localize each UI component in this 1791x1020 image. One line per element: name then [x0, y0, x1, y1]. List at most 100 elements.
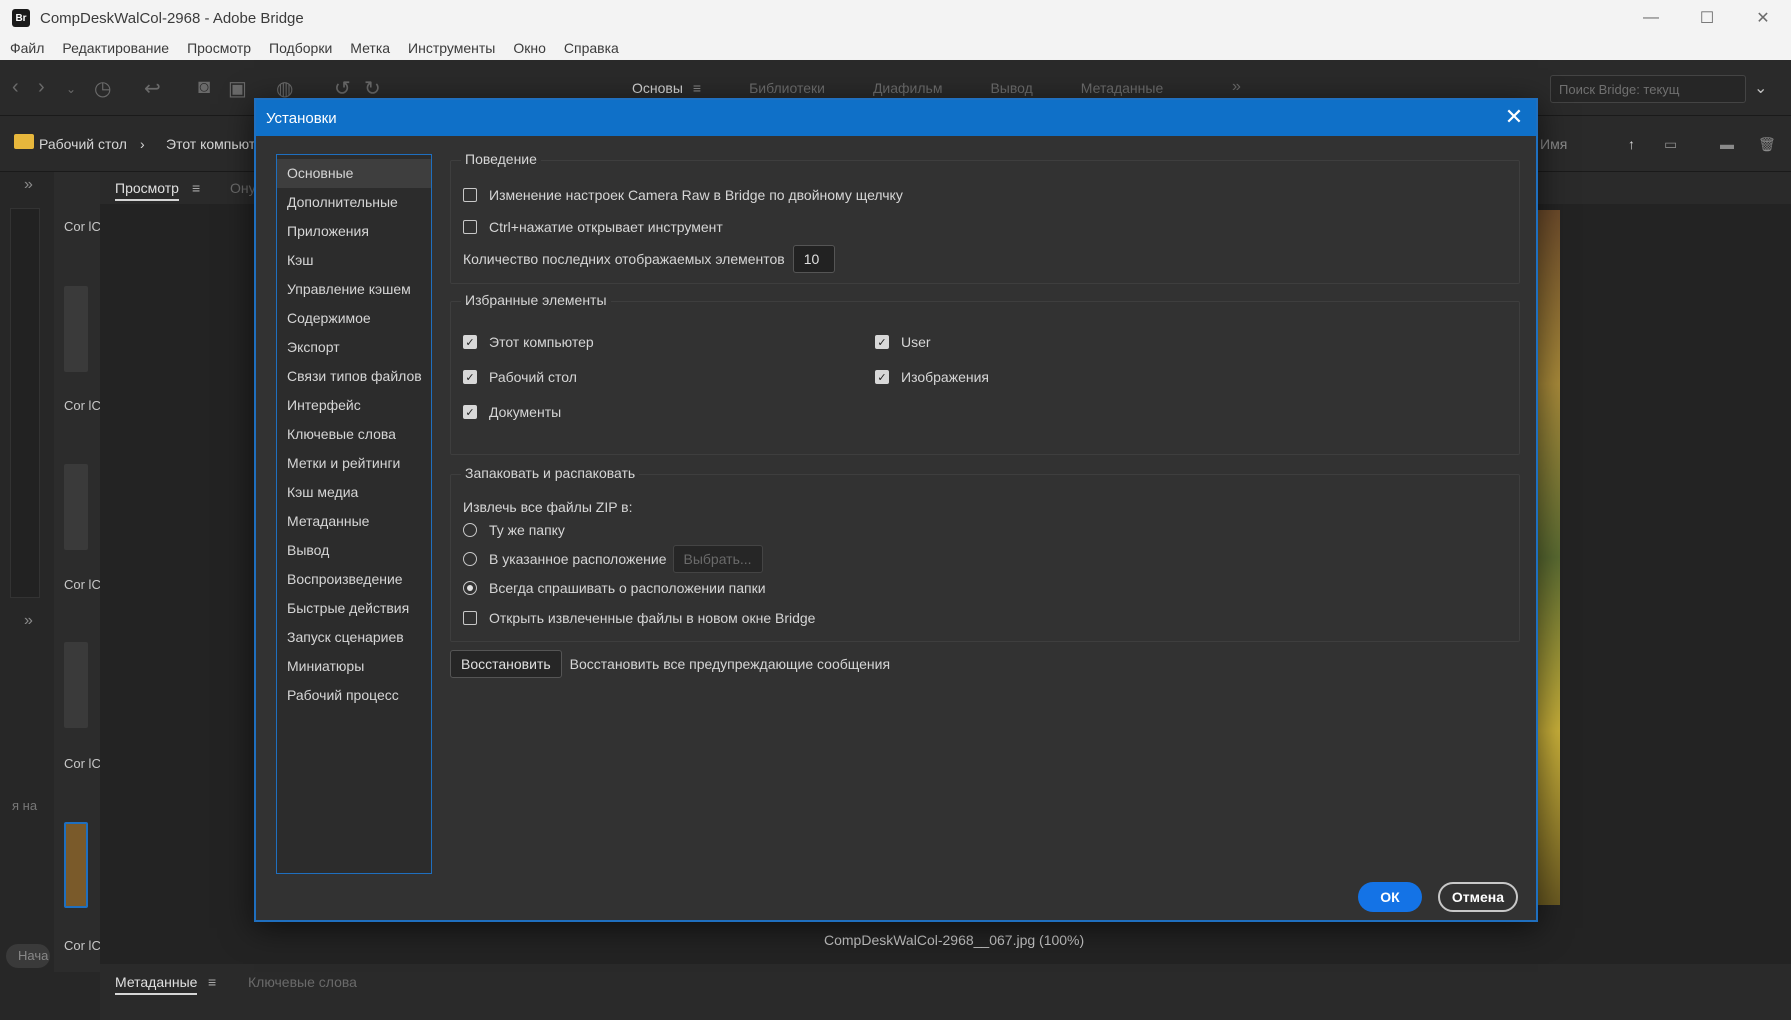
chevron-down-icon[interactable]: ⌄ — [66, 82, 76, 96]
menu-tools[interactable]: Инструменты — [408, 40, 495, 56]
tab-publish[interactable]: Ону — [230, 180, 256, 196]
menu-label[interactable]: Метка — [350, 40, 390, 56]
breadcrumb-computer[interactable]: Этот компьют — [166, 136, 255, 152]
close-window-icon[interactable]: ✕ — [1735, 0, 1791, 36]
tab-filmstrip[interactable]: Диафильм — [849, 80, 967, 96]
sort-up-icon[interactable]: ↑ — [1628, 136, 1635, 152]
tab-output[interactable]: Вывод — [966, 80, 1056, 96]
ctrl-click-label: Ctrl+нажатие открывает инструмент — [489, 219, 723, 235]
check-icon[interactable]: ✓ — [875, 335, 889, 349]
nav-item-workflow[interactable]: Рабочий процесс — [277, 681, 431, 710]
bridge-app-icon: Br — [12, 9, 30, 27]
ctrl-click-option[interactable]: Ctrl+нажатие открывает инструмент — [463, 219, 723, 235]
trash-icon[interactable]: 🗑 — [1758, 136, 1776, 153]
camera-raw-checkbox[interactable] — [463, 188, 477, 202]
menu-stacks[interactable]: Подборки — [269, 40, 332, 56]
forward-icon[interactable]: › — [38, 76, 45, 99]
nav-item-content[interactable]: Содержимое — [277, 304, 431, 333]
nav-item-thumbnails[interactable]: Миниатюры — [277, 652, 431, 681]
recent-icon[interactable]: ◷ — [94, 76, 111, 101]
thumbnail[interactable] — [64, 286, 88, 372]
check-icon[interactable]: ✓ — [875, 370, 889, 384]
nav-item-quick-actions[interactable]: Быстрые действия — [277, 594, 431, 623]
open-new-window-option[interactable]: Открыть извлеченные файлы в новом окне B… — [463, 610, 815, 626]
nav-item-applications[interactable]: Приложения — [277, 217, 431, 246]
recent-items-input[interactable]: 10 — [792, 245, 835, 273]
panel-menu-icon[interactable]: ≡ — [208, 974, 216, 990]
check-icon[interactable]: ✓ — [463, 405, 477, 419]
tab-metadata[interactable]: Метаданные — [1057, 80, 1187, 96]
chevron-down-icon[interactable]: ⌄ — [1754, 78, 1767, 98]
panel-expand-icon[interactable]: » — [24, 612, 33, 630]
favorite-this-computer-label: Этот компьютер — [489, 334, 594, 350]
new-folder-icon[interactable]: ▭ — [1664, 136, 1677, 153]
overflow-icon[interactable]: » — [1232, 78, 1241, 96]
sort-label[interactable]: Имя — [1540, 136, 1567, 152]
tab-essentials[interactable]: Основы — [608, 80, 693, 96]
nav-item-output[interactable]: Вывод — [277, 536, 431, 565]
menu-window[interactable]: Окно — [513, 40, 546, 56]
nav-item-cache[interactable]: Кэш — [277, 246, 431, 275]
workspace-menu-icon[interactable]: ≡ — [693, 80, 725, 96]
nav-item-advanced[interactable]: Дополнительные — [277, 188, 431, 217]
panel-menu-icon[interactable]: ≡ — [192, 180, 200, 196]
folder-icon[interactable]: ▬ — [1720, 136, 1734, 152]
panel-expand-icon[interactable]: » — [24, 176, 33, 194]
tab-metadata-panel[interactable]: Метаданные — [115, 974, 198, 995]
choose-button[interactable]: Выбрать... — [672, 545, 763, 573]
minimize-icon[interactable]: — — [1623, 0, 1679, 36]
favorite-user[interactable]: ✓ User — [875, 334, 931, 350]
breadcrumb-desktop[interactable]: Рабочий стол — [39, 136, 127, 152]
open-new-window-checkbox[interactable] — [463, 611, 477, 625]
tab-libraries[interactable]: Библиотеки — [725, 80, 849, 96]
thumbnail[interactable] — [64, 464, 88, 550]
nav-item-interface[interactable]: Интерфейс — [277, 391, 431, 420]
specified-location-radio[interactable] — [463, 552, 477, 566]
favorite-documents[interactable]: ✓ Документы — [463, 404, 561, 420]
close-icon[interactable]: ✕ — [1500, 104, 1528, 132]
check-icon[interactable]: ✓ — [463, 370, 477, 384]
always-ask-radio[interactable] — [463, 581, 477, 595]
menu-view[interactable]: Просмотр — [187, 40, 251, 56]
search-input[interactable]: Поиск Bridge: текущ — [1550, 75, 1746, 103]
nav-item-startup-scripts[interactable]: Запуск сценариев — [277, 623, 431, 652]
ok-button[interactable]: ОК — [1358, 882, 1422, 912]
nav-item-labels-ratings[interactable]: Метки и рейтинги — [277, 449, 431, 478]
boomerang-icon[interactable]: ↩ — [144, 76, 161, 101]
nav-item-media-cache[interactable]: Кэш медиа — [277, 478, 431, 507]
same-folder-option[interactable]: Ту же папку — [463, 522, 565, 538]
nav-item-metadata[interactable]: Метаданные — [277, 507, 431, 536]
restore-button[interactable]: Восстановить — [450, 650, 562, 678]
favorite-desktop-label: Рабочий стол — [489, 369, 577, 385]
thumbnail[interactable] — [64, 642, 88, 728]
ctrl-click-checkbox[interactable] — [463, 220, 477, 234]
menu-file[interactable]: Файл — [10, 40, 44, 56]
favorite-desktop[interactable]: ✓ Рабочий стол — [463, 369, 577, 385]
dialog-titlebar: Установки ✕ — [256, 100, 1536, 136]
start-button[interactable]: Нача — [6, 944, 50, 968]
menu-edit[interactable]: Редактирование — [62, 40, 169, 56]
restore-label: Восстановить все предупреждающие сообщен… — [569, 656, 891, 672]
tab-preview[interactable]: Просмотр — [115, 180, 179, 201]
check-icon[interactable]: ✓ — [463, 335, 477, 349]
favorite-this-computer[interactable]: ✓ Этот компьютер — [463, 334, 594, 350]
menu-help[interactable]: Справка — [564, 40, 619, 56]
nav-item-keywords[interactable]: Ключевые слова — [277, 420, 431, 449]
always-ask-option[interactable]: Всегда спрашивать о расположении папки — [463, 580, 766, 596]
thumbnail-selected[interactable] — [64, 822, 88, 908]
specified-location-option[interactable]: В указанное расположение Выбрать... — [463, 545, 763, 573]
tab-keywords-panel[interactable]: Ключевые слова — [248, 974, 357, 990]
nav-item-file-type-associations[interactable]: Связи типов файлов — [277, 362, 431, 391]
nav-item-export[interactable]: Экспорт — [277, 333, 431, 362]
nav-item-cache-management[interactable]: Управление кэшем — [277, 275, 431, 304]
camera-icon[interactable]: ◙ — [198, 76, 210, 99]
maximize-icon[interactable]: ☐ — [1679, 0, 1735, 36]
same-folder-radio[interactable] — [463, 523, 477, 537]
back-icon[interactable]: ‹ — [12, 76, 19, 99]
favorite-images[interactable]: ✓ Изображения — [875, 369, 989, 385]
nav-item-playback[interactable]: Воспроизведение — [277, 565, 431, 594]
camera-raw-option[interactable]: Изменение настроек Camera Raw в Bridge п… — [463, 187, 903, 203]
copy-icon[interactable]: ▣ — [228, 76, 247, 101]
cancel-button[interactable]: Отмена — [1438, 882, 1518, 912]
nav-item-general[interactable]: Основные — [277, 159, 431, 188]
